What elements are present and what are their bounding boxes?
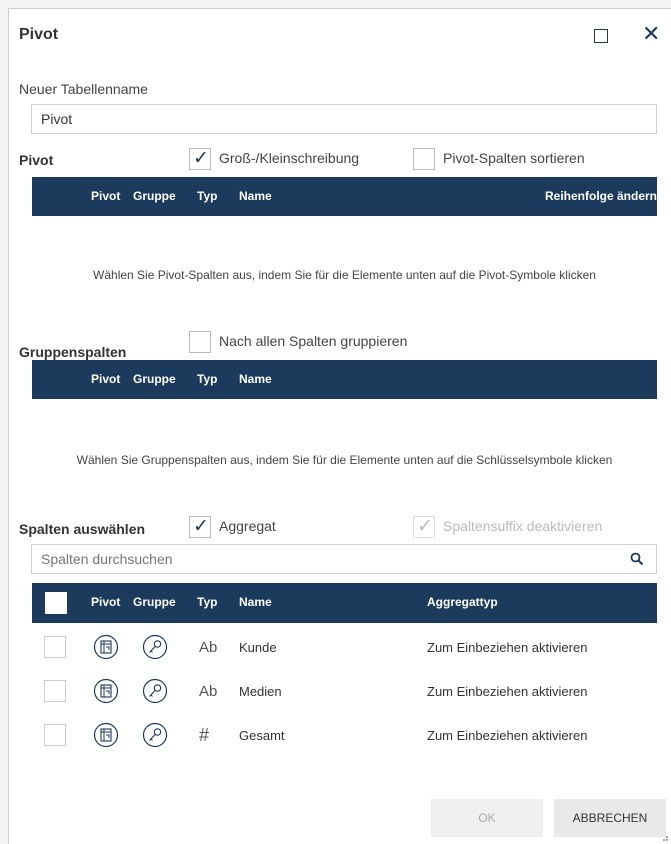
header-pivot: Pivot [91,189,121,203]
cancel-button[interactable]: ABBRECHEN [554,799,666,837]
suffix-checkbox[interactable] [413,515,435,538]
row-checkbox[interactable] [44,680,66,702]
aggregate-type[interactable]: Zum Einbeziehen aktivieren [427,684,587,699]
column-name: Gesamt [239,728,285,743]
columns-section-label: Spalten auswählen [19,521,146,537]
key-icon[interactable] [142,634,168,660]
aggregate-label: Aggregat [219,518,276,534]
header-gruppe: Gruppe [133,595,176,609]
pivot-section-label: Pivot [19,152,54,168]
header-name: Name [239,595,272,609]
key-icon[interactable] [142,678,168,704]
table-name-label: Neuer Tabellenname [19,81,148,97]
sort-pivot-checkbox[interactable] [413,148,435,170]
header-gruppe: Gruppe [133,372,176,386]
header-typ: Typ [197,189,218,203]
header-gruppe: Gruppe [133,189,176,203]
aggregate-type[interactable]: Zum Einbeziehen aktivieren [427,728,587,743]
pivot-icon[interactable] [93,634,119,660]
header-aggregate-type: Aggregattyp [427,595,498,609]
search-icon[interactable] [630,552,644,566]
header-name: Name [239,372,272,386]
header-pivot: Pivot [91,372,121,386]
column-name: Medien [239,684,282,699]
header-typ: Typ [197,595,218,609]
group-table-header: Pivot Gruppe Typ Name [32,360,657,399]
column-search-input[interactable] [32,545,612,573]
case-sensitive-label: Groß-/Kleinschreibung [219,150,360,166]
header-typ: Typ [197,372,218,386]
suffix-label: Spaltensuffix deaktivieren [443,518,603,534]
header-pivot: Pivot [91,595,121,609]
aggregate-checkbox[interactable] [189,515,211,538]
select-all-checkbox[interactable] [45,592,67,614]
key-icon[interactable] [142,722,168,748]
row-checkbox[interactable] [44,724,66,746]
pivot-icon[interactable] [93,678,119,704]
group-all-checkbox[interactable] [189,331,211,353]
pivot-table-header: Pivot Gruppe Typ Name Reihenfolge ändern [32,177,657,216]
header-name: Name [239,189,272,203]
columns-table-header: Pivot Gruppe Typ Name Aggregattyp [32,583,657,623]
type-label: Ab [199,639,218,656]
close-icon[interactable]: ✕ [642,23,660,45]
aggregate-type[interactable]: Zum Einbeziehen aktivieren [427,640,587,655]
pivot-empty-message: Wählen Sie Pivot-Spalten aus, indem Sie … [93,268,596,282]
group-section-label: Gruppenspalten [19,344,127,360]
pivot-icon[interactable] [93,722,119,748]
group-empty-message: Wählen Sie Gruppenspalten aus, indem Sie… [76,453,613,467]
pivot-dialog: Pivot ✕ Neuer Tabellenname Pivot Groß-/K… [8,8,671,844]
sort-pivot-label: Pivot-Spalten sortieren [443,150,585,166]
type-label: Ab [199,683,218,700]
case-sensitive-checkbox[interactable] [189,147,211,170]
maximize-icon[interactable] [594,29,608,43]
ok-button[interactable]: OK [431,799,543,837]
row-checkbox[interactable] [44,636,66,658]
group-all-label: Nach allen Spalten gruppieren [219,333,408,349]
header-reorder[interactable]: Reihenfolge ändern [545,189,657,203]
column-search-box[interactable] [31,544,657,574]
column-name: Kunde [239,640,277,655]
type-label: # [199,725,210,745]
dialog-title: Pivot [19,26,59,43]
title-bar: Pivot ✕ [9,9,671,63]
resize-grip-icon[interactable] [661,834,669,842]
table-name-input[interactable] [31,104,657,134]
